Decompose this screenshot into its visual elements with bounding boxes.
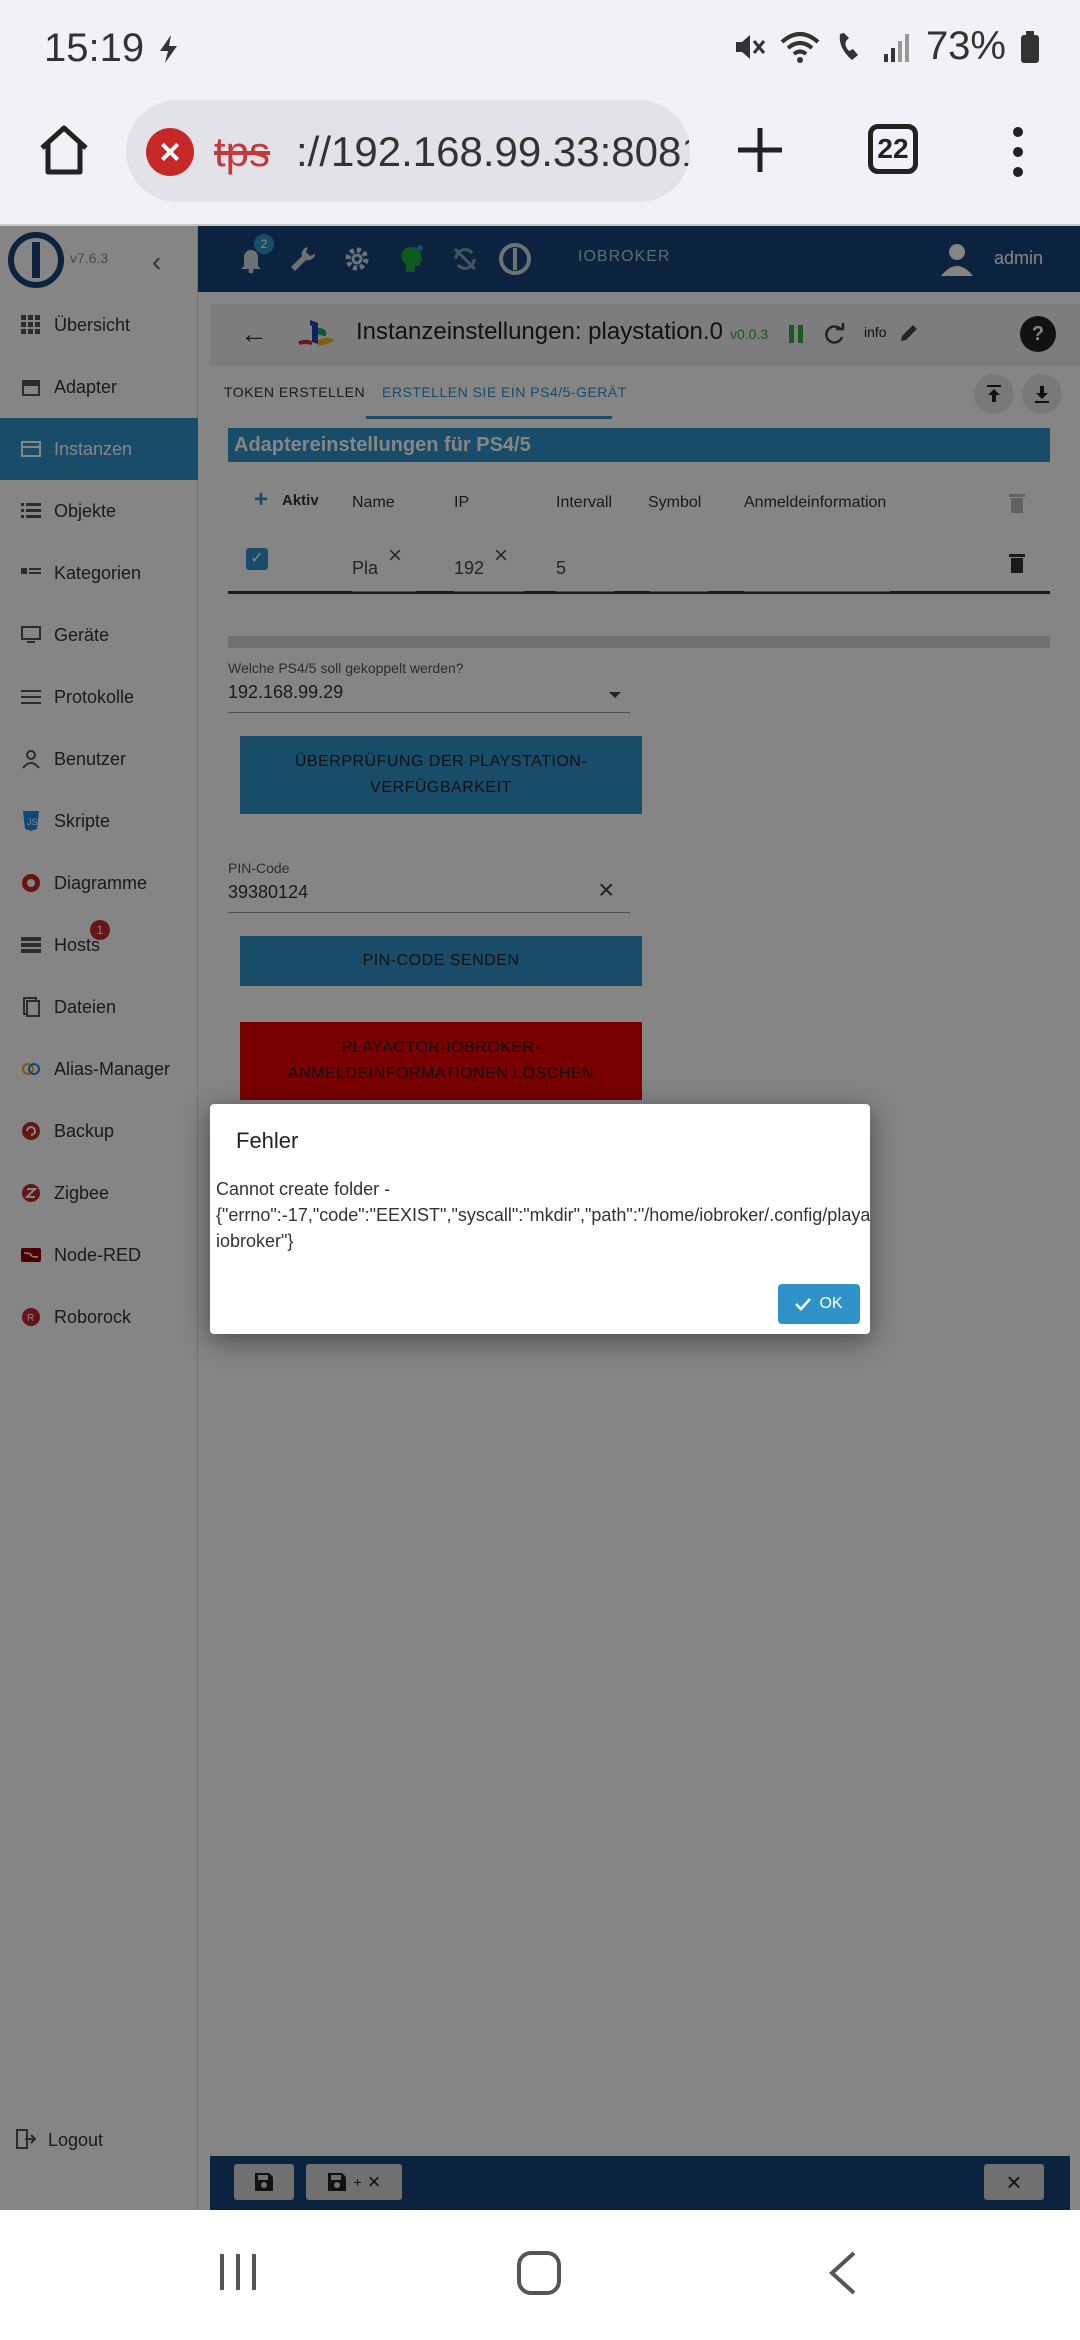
error-dialog: Fehler Cannot create folder - {"errno":-… <box>210 1104 870 1334</box>
dialog-message: Cannot create folder - {"errno":-17,"cod… <box>216 1179 870 1251</box>
wifi-call-icon <box>839 32 858 60</box>
charging-bolt-icon <box>160 35 177 63</box>
system-nav-bar <box>0 2210 1080 2340</box>
status-icons: 73% <box>732 24 1040 69</box>
tab-count-button[interactable]: 22 <box>868 124 918 174</box>
back-nav-icon[interactable] <box>826 2250 860 2296</box>
battery-icon <box>1021 30 1039 63</box>
url-scheme: tps <box>214 128 271 175</box>
url-host: ://192.168.99.33:8081 <box>296 128 690 175</box>
check-icon <box>795 1298 812 1311</box>
status-bar: 15:19 73% <box>0 0 1080 100</box>
mute-icon <box>735 34 766 59</box>
ok-button[interactable]: OK <box>778 1284 860 1324</box>
new-tab-icon[interactable] <box>730 120 790 180</box>
status-time: 15:19 <box>44 26 145 70</box>
more-menu-icon[interactable] <box>1000 122 1036 182</box>
home-icon[interactable] <box>36 122 92 178</box>
ok-label: OK <box>819 1295 843 1312</box>
recent-apps-icon[interactable] <box>216 2250 260 2294</box>
signal-icon <box>883 33 909 62</box>
battery-percent: 73% <box>925 24 1006 68</box>
insecure-icon[interactable]: × <box>146 128 194 176</box>
home-nav-icon[interactable] <box>516 2250 562 2296</box>
dialog-title: Fehler <box>236 1128 299 1153</box>
url-bar[interactable]: × tps ://192.168.99.33:8081 <box>126 100 690 202</box>
browser-toolbar: × tps ://192.168.99.33:8081 22 <box>0 100 1080 226</box>
wifi-icon <box>780 31 820 63</box>
